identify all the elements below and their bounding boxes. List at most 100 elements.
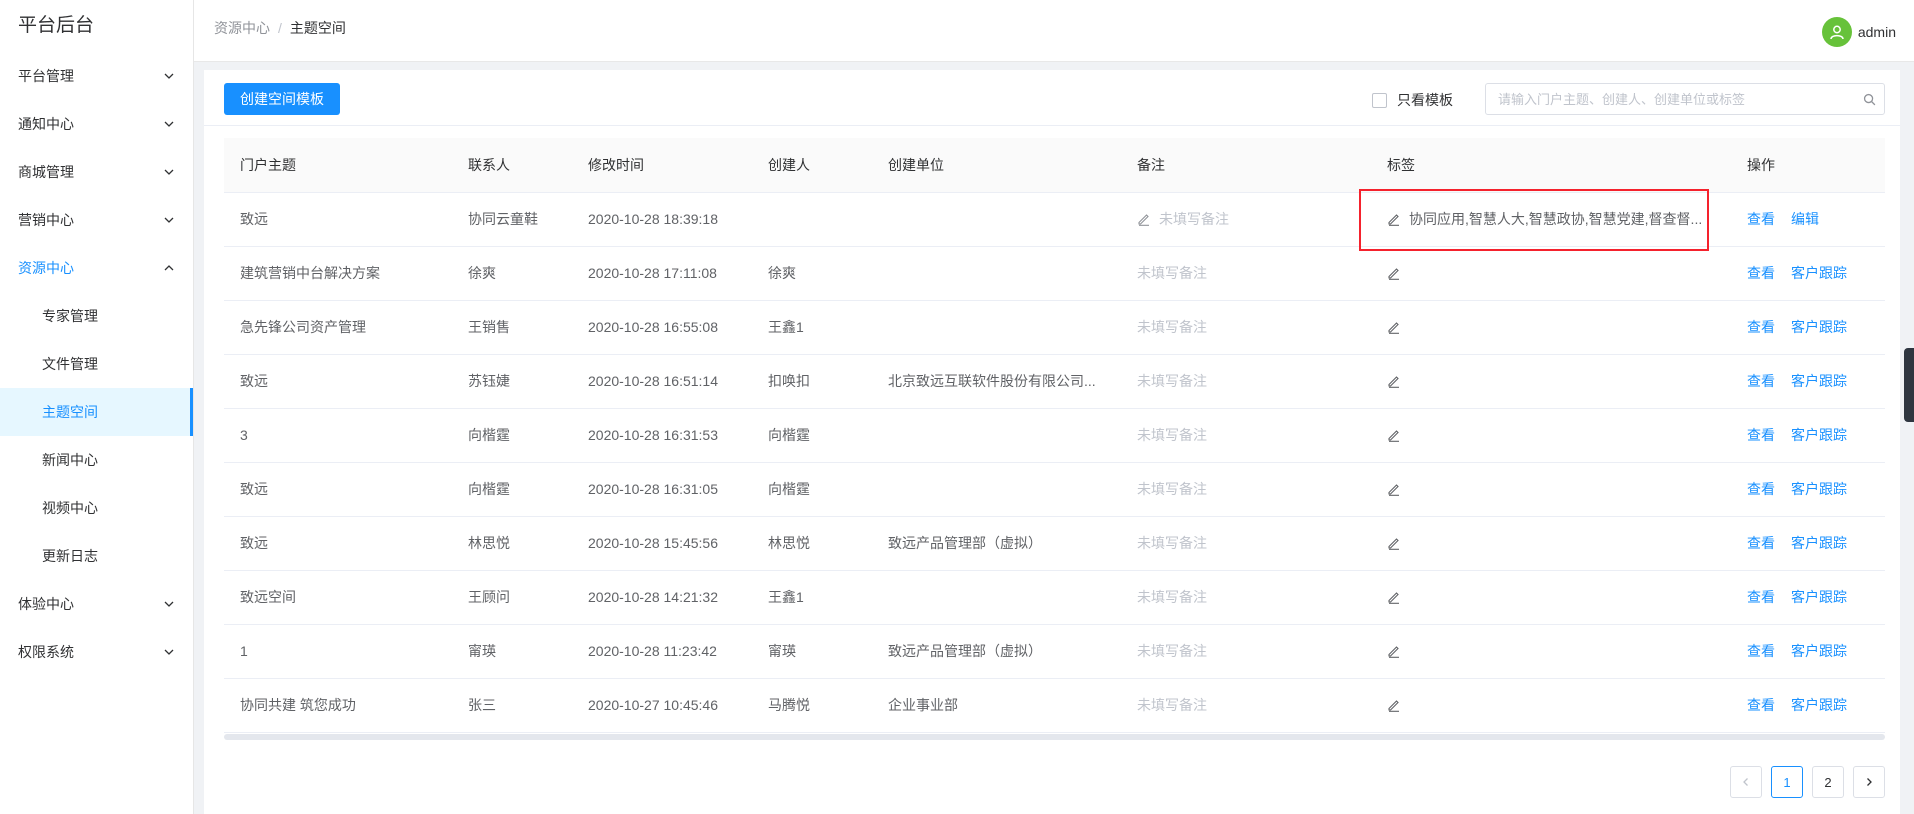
sidebar-item-label: 权限系统 (18, 644, 74, 660)
edit-tags-icon[interactable] (1387, 644, 1401, 658)
view-link[interactable]: 查看 (1747, 643, 1775, 659)
sidebar-subitem-changelog[interactable]: 更新日志 (0, 532, 193, 580)
cell-contact: 徐爽 (452, 246, 572, 301)
sidebar-subitem-theme-space[interactable]: 主题空间 (0, 388, 193, 436)
column-header-tags: 标签 (1371, 138, 1731, 193)
view-link[interactable]: 查看 (1747, 211, 1775, 227)
edit-tags-icon[interactable] (1387, 374, 1401, 388)
table-row: 致远 向楷霆 2020-10-28 16:31:05 向楷霆 未填写备注 查看客… (224, 462, 1885, 517)
sidebar-item-permissions[interactable]: 权限系统 (0, 628, 193, 676)
horizontal-scrollbar[interactable] (224, 733, 1885, 740)
sidebar-item-notice[interactable]: 通知中心 (0, 100, 193, 148)
sidebar-subitem-experts[interactable]: 专家管理 (0, 292, 193, 340)
search-icon[interactable] (1854, 93, 1884, 106)
cell-theme: 协同共建 筑您成功 (224, 678, 452, 733)
sidebar-item-label: 通知中心 (18, 116, 74, 132)
edit-tags-icon[interactable] (1387, 590, 1401, 604)
cell-actions: 查看 客户跟踪 (1731, 462, 1885, 517)
cell-creator: 徐爽 (752, 246, 872, 301)
sidebar-item-marketing[interactable]: 营销中心 (0, 196, 193, 244)
customer-tracking-link[interactable]: 客户跟踪 (1791, 643, 1847, 659)
view-link[interactable]: 查看 (1747, 697, 1775, 713)
create-space-template-button[interactable]: 创建空间模板 (224, 83, 340, 115)
cell-contact: 甯瑛 (452, 624, 572, 679)
edit-tags-icon[interactable] (1387, 266, 1401, 280)
edit-tags-icon[interactable] (1387, 428, 1401, 442)
cell-contact: 张三 (452, 678, 572, 733)
cell-creator: 林思悦 (752, 516, 872, 571)
edit-tags-icon[interactable] (1387, 482, 1401, 496)
cell-modified: 2020-10-28 16:31:05 (572, 462, 752, 517)
customer-tracking-link[interactable]: 客户跟踪 (1791, 535, 1847, 551)
view-link[interactable]: 查看 (1747, 535, 1775, 551)
cell-remark: 未填写备注 (1121, 462, 1371, 517)
side-drawer-handle[interactable] (1904, 348, 1914, 422)
cell-contact: 王销售 (452, 300, 572, 355)
cell-tags (1371, 624, 1731, 679)
cell-modified: 2020-10-28 17:11:08 (572, 246, 752, 301)
customer-tracking-link[interactable]: 客户跟踪 (1791, 427, 1847, 443)
cell-contact: 协同云童鞋 (452, 192, 572, 247)
page-button-1[interactable]: 1 (1771, 766, 1803, 798)
cell-theme: 1 (224, 624, 452, 679)
customer-tracking-link[interactable]: 客户跟踪 (1791, 265, 1847, 281)
cell-remark: 未填写备注 (1121, 300, 1371, 355)
sidebar-item-experience[interactable]: 体验中心 (0, 580, 193, 628)
edit-tags-icon[interactable] (1387, 698, 1401, 712)
cell-theme: 致远 (224, 462, 452, 517)
cell-unit: 北京致远互联软件股份有限公司... (872, 354, 1121, 409)
customer-tracking-link[interactable]: 客户跟踪 (1791, 373, 1847, 389)
pagination: 1 2 (1721, 766, 1885, 798)
avatar (1821, 17, 1852, 47)
sidebar-item-mall[interactable]: 商城管理 (0, 148, 193, 196)
username: admin (1857, 24, 1896, 40)
table-row: 建筑营销中台解决方案 徐爽 2020-10-28 17:11:08 徐爽 未填写… (224, 246, 1885, 301)
search-input[interactable] (1486, 84, 1854, 114)
customer-tracking-link[interactable]: 客户跟踪 (1791, 589, 1847, 605)
sidebar-item-resources[interactable]: 资源中心 (0, 244, 193, 292)
edit-tags-icon[interactable] (1387, 536, 1401, 550)
user-menu[interactable]: admin (1821, 17, 1896, 47)
customer-tracking-link[interactable]: 客户跟踪 (1791, 697, 1847, 713)
table-row: 协同共建 筑您成功 张三 2020-10-27 10:45:46 马腾悦 企业事… (224, 678, 1885, 733)
app-title: 平台后台 (18, 15, 95, 36)
cell-creator: 向楷霆 (752, 408, 872, 463)
edit-tags-icon[interactable] (1387, 212, 1401, 226)
prev-page-button[interactable] (1730, 766, 1762, 798)
customer-tracking-link[interactable]: 客户跟踪 (1791, 481, 1847, 497)
sidebar-item-platform[interactable]: 平台管理 (0, 52, 193, 100)
view-link[interactable]: 查看 (1747, 319, 1775, 335)
cell-creator: 马腾悦 (752, 678, 872, 733)
customer-tracking-link[interactable]: 客户跟踪 (1791, 319, 1847, 335)
sidebar-item-label: 营销中心 (18, 212, 74, 228)
column-header-actions: 操作 (1731, 138, 1885, 193)
table-row: 1 甯瑛 2020-10-28 11:23:42 甯瑛 致远产品管理部（虚拟） … (224, 624, 1885, 679)
cell-theme: 建筑营销中台解决方案 (224, 246, 452, 301)
cell-modified: 2020-10-28 16:51:14 (572, 354, 752, 409)
cell-actions: 查看 客户跟踪 (1731, 678, 1885, 733)
cell-actions: 查看 编辑 (1731, 192, 1885, 247)
table-row: 急先锋公司资产管理 王销售 2020-10-28 16:55:08 王鑫1 未填… (224, 300, 1885, 355)
sidebar-subitem-video[interactable]: 视频中心 (0, 484, 193, 532)
next-page-button[interactable] (1853, 766, 1885, 798)
template-only-toggle[interactable]: 只看模板 (1372, 90, 1453, 110)
edit-tags-icon[interactable] (1387, 320, 1401, 334)
sidebar-subitem-files[interactable]: 文件管理 (0, 340, 193, 388)
view-link[interactable]: 查看 (1747, 589, 1775, 605)
view-link[interactable]: 查看 (1747, 427, 1775, 443)
edit-remark-icon[interactable] (1137, 212, 1151, 226)
cell-theme: 致远 (224, 516, 452, 571)
page-button-2[interactable]: 2 (1812, 766, 1844, 798)
view-link[interactable]: 查看 (1747, 373, 1775, 389)
cell-creator: 王鑫1 (752, 300, 872, 355)
user-icon (1830, 25, 1844, 40)
chevron-down-icon (163, 598, 175, 610)
cell-theme: 3 (224, 408, 452, 463)
view-link[interactable]: 查看 (1747, 265, 1775, 281)
template-only-checkbox[interactable] (1372, 92, 1387, 108)
sidebar-subitem-news[interactable]: 新闻中心 (0, 436, 193, 484)
view-link[interactable]: 查看 (1747, 481, 1775, 497)
cell-unit (872, 570, 1121, 625)
edit-link[interactable]: 编辑 (1791, 211, 1819, 227)
breadcrumb-item-resources[interactable]: 资源中心 (214, 20, 270, 36)
